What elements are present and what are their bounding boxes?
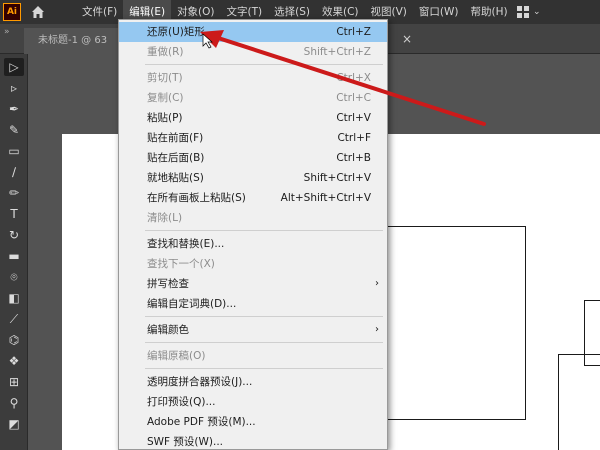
menu-item-shortcut: Shift+Ctrl+Z (303, 46, 371, 58)
menu-item-label: 编辑颜色 (147, 324, 189, 336)
menu-item-shortcut: Ctrl+C (336, 92, 371, 104)
pen-tool-icon[interactable]: ✒ (4, 100, 24, 118)
menu-file[interactable]: 文件(F) (76, 0, 123, 24)
menu-item-label: 贴在前面(F) (147, 132, 204, 144)
tools-panel: ▷ ▹ ✒ ✎ ▭ ∕ ✏ T ↻ ▬ ⌾ ◧ ⟋ ⌬ ❖ ⊞ ⚲ ◩ (0, 54, 28, 450)
paintbrush-tool-icon[interactable]: ∕ (4, 163, 24, 181)
workspace-grid-icon[interactable] (517, 6, 529, 18)
rectangle-shape[interactable] (584, 300, 600, 366)
eraser-tool-icon[interactable]: ▬ (4, 247, 24, 265)
menu-item-label: 编辑原稿(O) (147, 350, 206, 362)
edit-menu-item[interactable]: 查找和替换(E)... (119, 234, 387, 254)
menu-separator (145, 316, 383, 317)
menu-item-label: 透明度拼合器预设(J)... (147, 376, 253, 388)
menu-item-label: 查找下一个(X) (147, 258, 215, 270)
menu-item-shortcut: Ctrl+V (336, 112, 371, 124)
fill-stroke-icon[interactable]: ◩ (4, 415, 24, 433)
menu-item-label: 拼写检查 (147, 278, 189, 290)
rectangle-tool-icon[interactable]: ▭ (4, 142, 24, 160)
menu-item-label: 贴在后面(B) (147, 152, 205, 164)
menu-item-label: 就地粘贴(S) (147, 172, 204, 184)
menu-item-shortcut: Ctrl+F (337, 132, 371, 144)
zoom-tool-icon[interactable]: ⚲ (4, 394, 24, 412)
menu-window[interactable]: 窗口(W) (413, 0, 465, 24)
edit-menu-item[interactable]: 编辑自定词典(D)... (119, 294, 387, 314)
edit-menu-item[interactable]: 粘贴(P) Ctrl+V (119, 108, 387, 128)
menu-item-shortcut: Ctrl+X (336, 72, 371, 84)
menu-item-label: 清除(L) (147, 212, 183, 224)
edit-menu-item[interactable]: 清除(L) (119, 208, 387, 228)
pencil-tool-icon[interactable]: ✏ (4, 184, 24, 202)
menu-item-label: 在所有画板上粘贴(S) (147, 192, 246, 204)
menu-help[interactable]: 帮助(H) (465, 0, 514, 24)
edit-menu-item[interactable]: 剪切(T) Ctrl+X (119, 68, 387, 88)
direct-selection-tool-icon[interactable]: ▹ (4, 79, 24, 97)
menu-item-shortcut: Shift+Ctrl+V (303, 172, 371, 184)
edit-menu-item[interactable]: 在所有画板上粘贴(S) Alt+Shift+Ctrl+V (119, 188, 387, 208)
edit-menu-item[interactable]: 查找下一个(X) (119, 254, 387, 274)
symbol-tool-icon[interactable]: ❖ (4, 352, 24, 370)
lasso-tool-icon[interactable]: ⌾ (4, 268, 24, 286)
menu-separator (145, 342, 383, 343)
menu-item-label: 剪切(T) (147, 72, 183, 84)
app-logo[interactable]: Ai (3, 3, 21, 21)
chevron-down-icon[interactable]: ⌄ (533, 6, 549, 18)
menu-item-shortcut: Ctrl+B (336, 152, 371, 164)
menu-item-label: 粘贴(P) (147, 112, 183, 124)
rectangle-shape[interactable] (558, 354, 600, 450)
chevron-right-icon: › (375, 324, 379, 335)
chevron-right-icon: › (375, 278, 379, 289)
menu-item-label: 查找和替换(E)... (147, 238, 225, 250)
collapse-panel-icon[interactable]: » (4, 27, 10, 37)
selection-tool-icon[interactable]: ▷ (4, 58, 24, 76)
menu-item-label: 打印预设(Q)... (147, 396, 216, 408)
home-icon[interactable] (30, 4, 46, 20)
close-icon[interactable]: × (402, 32, 412, 46)
menu-item-label: SWF 预设(W)... (147, 436, 224, 448)
gradient-tool-icon[interactable]: ◧ (4, 289, 24, 307)
menu-item-shortcut: Alt+Shift+Ctrl+V (280, 192, 371, 204)
edit-menu-item[interactable]: 贴在前面(F) Ctrl+F (119, 128, 387, 148)
menu-item-label: Adobe PDF 预设(M)... (147, 416, 256, 428)
edit-menu-item[interactable]: 拼写检查 › (119, 274, 387, 294)
menu-item-shortcut: Ctrl+Z (336, 26, 371, 38)
edit-menu-item[interactable]: 重做(R) Shift+Ctrl+Z (119, 42, 387, 62)
artboard-tool-icon[interactable]: ⊞ (4, 373, 24, 391)
document-tab[interactable]: 未标题-1 @ 63 (24, 28, 120, 54)
edit-menu-item[interactable]: 就地粘贴(S) Shift+Ctrl+V (119, 168, 387, 188)
menu-item-label: 还原(U)矩形 (147, 26, 205, 38)
menu-item-label: 编辑自定词典(D)... (147, 298, 237, 310)
eyedropper-tool-icon[interactable]: ⟋ (4, 310, 24, 328)
edit-menu-item[interactable]: 编辑颜色 › (119, 320, 387, 340)
type-tool-icon[interactable]: T (4, 205, 24, 223)
menu-separator (145, 64, 383, 65)
edit-menu-dropdown: 还原(U)矩形 Ctrl+Z 重做(R) Shift+Ctrl+Z 剪切(T) Ctrl+… (118, 19, 388, 450)
edit-menu-item[interactable]: 透明度拼合器预设(J)... (119, 372, 387, 392)
edit-menu-item[interactable]: 复制(C) Ctrl+C (119, 88, 387, 108)
menu-item-label: 复制(C) (147, 92, 184, 104)
edit-menu-item[interactable]: Adobe PDF 预设(M)... (119, 412, 387, 432)
menu-item-label: 重做(R) (147, 46, 184, 58)
menu-separator (145, 368, 383, 369)
edit-menu-item[interactable]: 还原(U)矩形 Ctrl+Z (119, 22, 387, 42)
rotate-tool-icon[interactable]: ↻ (4, 226, 24, 244)
curvature-tool-icon[interactable]: ✎ (4, 121, 24, 139)
blend-tool-icon[interactable]: ⌬ (4, 331, 24, 349)
edit-menu-item[interactable]: 编辑原稿(O) (119, 346, 387, 366)
menu-separator (145, 230, 383, 231)
edit-menu-item[interactable]: 贴在后面(B) Ctrl+B (119, 148, 387, 168)
edit-menu-item[interactable]: 打印预设(Q)... (119, 392, 387, 412)
edit-menu-item[interactable]: SWF 预设(W)... (119, 432, 387, 450)
